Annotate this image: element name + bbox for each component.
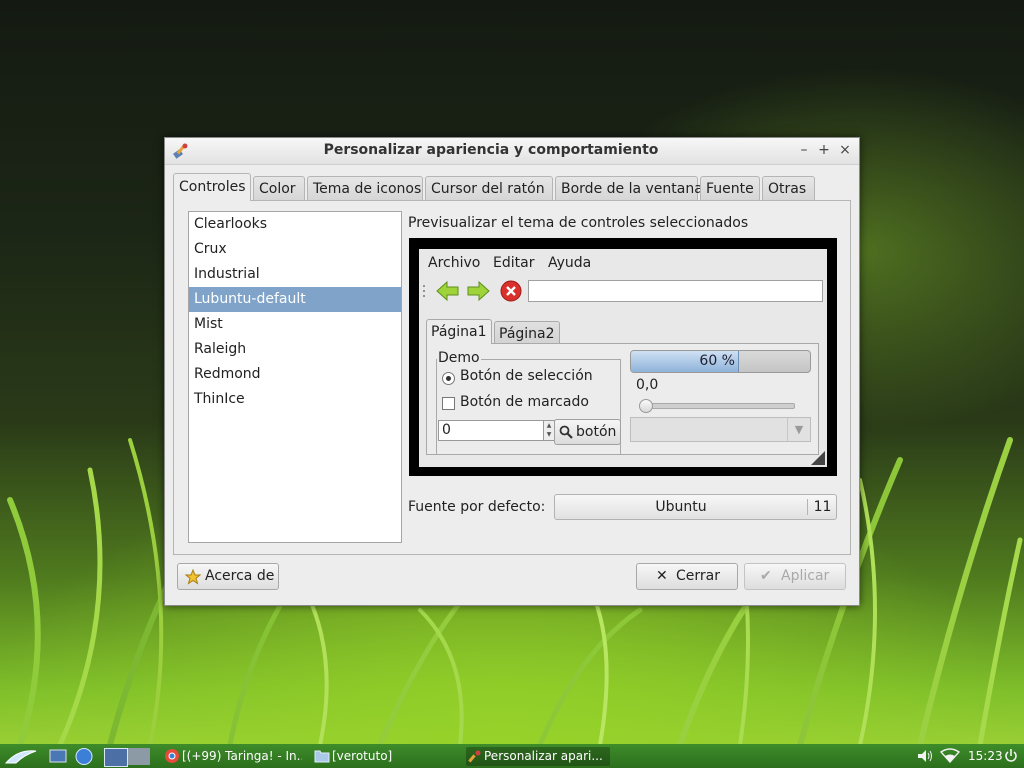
tab-cursor-del-raton[interactable]: Cursor del ratón: [425, 176, 553, 200]
volume-icon[interactable]: [916, 748, 934, 764]
chevron-down-icon: ▼: [787, 418, 810, 441]
preview-button-label: botón: [576, 424, 617, 440]
list-item[interactable]: ThinIce: [189, 387, 401, 412]
close-label: Cerrar: [676, 568, 720, 584]
folder-icon: [314, 750, 330, 763]
resize-grip-icon[interactable]: [811, 451, 825, 465]
back-arrow-icon[interactable]: [435, 280, 461, 302]
preview-tab-panel: Demo Botón de selección Botón de marcado…: [426, 343, 819, 455]
list-item[interactable]: Clearlooks: [189, 212, 401, 237]
maximize-button[interactable]: +: [815, 141, 833, 159]
list-item-selected[interactable]: Lubuntu-default: [189, 287, 401, 312]
close-window-button[interactable]: ×: [836, 141, 854, 159]
preview-label: Previsualizar el tema de controles selec…: [408, 215, 749, 231]
wifi-icon[interactable]: [940, 748, 960, 764]
taskbar-item-taringa[interactable]: [(+99) Taringa! - In...: [182, 747, 302, 766]
tab-fuente[interactable]: Fuente: [700, 176, 760, 200]
close-x-icon: ✕: [656, 568, 668, 584]
radio-button[interactable]: [442, 372, 455, 385]
font-button[interactable]: Ubuntu 11: [554, 494, 837, 520]
spin-input[interactable]: 0: [438, 420, 544, 441]
about-label: Acerca de: [205, 568, 275, 584]
preview-tab-pagina1[interactable]: Página1: [426, 319, 492, 344]
taskbar-item-personalizar[interactable]: Personalizar apari...: [466, 747, 610, 766]
list-item[interactable]: Mist: [189, 312, 401, 337]
stop-icon[interactable]: [500, 280, 522, 302]
preview-button[interactable]: botón: [554, 419, 621, 445]
tab-borde-de-la-ventana[interactable]: Borde de la ventana: [555, 176, 703, 200]
progress-text: 60 %: [699, 353, 735, 369]
slider-knob[interactable]: [639, 399, 653, 413]
theme-preview: Archivo Editar Ayuda Página1 Página2 Dem…: [409, 238, 837, 476]
window-title: Personalizar apariencia y comportamiento: [323, 142, 659, 158]
appearance-dialog: Personalizar apariencia y comportamiento…: [164, 137, 860, 606]
apply-label: Aplicar: [781, 568, 830, 584]
checkbox[interactable]: [442, 397, 455, 410]
font-name: Ubuntu: [655, 499, 707, 515]
apply-button[interactable]: ✔ Aplicar: [744, 563, 846, 590]
checkbox-label: Botón de marcado: [460, 394, 589, 410]
menu-ayuda[interactable]: Ayuda: [548, 255, 591, 271]
tab-controles[interactable]: Controles: [173, 173, 251, 201]
font-label: Fuente por defecto:: [408, 499, 546, 515]
workspace-2[interactable]: [128, 748, 150, 765]
menu-editar[interactable]: Editar: [493, 255, 534, 271]
tab-tema-de-iconos[interactable]: Tema de iconos: [307, 176, 423, 200]
theme-list[interactable]: Clearlooks Crux Industrial Lubuntu-defau…: [188, 211, 402, 543]
radio-label: Botón de selección: [460, 368, 593, 384]
slider-track[interactable]: [643, 403, 795, 409]
progress-bar: 60 %: [630, 350, 811, 373]
forward-arrow-icon[interactable]: [465, 280, 491, 302]
controles-panel: Clearlooks Crux Industrial Lubuntu-defau…: [173, 200, 851, 555]
paintbrush-icon: [468, 750, 481, 763]
demo-legend: Demo: [437, 350, 481, 366]
chrome-icon: [165, 749, 179, 763]
tab-color[interactable]: Color: [253, 176, 305, 200]
start-menu-icon[interactable]: [4, 747, 38, 766]
tab-otras[interactable]: Otras: [762, 176, 815, 200]
menu-archivo[interactable]: Archivo: [428, 255, 480, 271]
list-item[interactable]: Crux: [189, 237, 401, 262]
font-size: 11: [807, 499, 837, 515]
taskbar-item-verotuto[interactable]: [verotuto]: [332, 747, 412, 766]
star-icon: [185, 569, 201, 585]
list-item[interactable]: Raleigh: [189, 337, 401, 362]
workspace-1[interactable]: [104, 748, 128, 767]
preview-window: Archivo Editar Ayuda Página1 Página2 Dem…: [419, 249, 827, 467]
toolbar-grip-icon: [423, 285, 425, 297]
preview-combo[interactable]: ▼: [630, 417, 811, 442]
power-icon[interactable]: [1004, 748, 1018, 764]
close-button[interactable]: ✕ Cerrar: [636, 563, 738, 590]
list-item[interactable]: Redmond: [189, 362, 401, 387]
browser-icon[interactable]: [74, 747, 94, 766]
check-icon: ✔: [760, 568, 772, 584]
about-button[interactable]: Acerca de: [177, 563, 279, 590]
preview-text-entry[interactable]: [528, 280, 823, 302]
preview-tab-pagina2[interactable]: Página2: [494, 321, 560, 345]
show-desktop-icon[interactable]: [48, 747, 68, 766]
title-bar[interactable]: Personalizar apariencia y comportamiento…: [165, 138, 859, 165]
minimize-button[interactable]: –: [795, 141, 813, 159]
search-icon: [559, 425, 573, 439]
taskbar: [(+99) Taringa! - In... [verotuto] Perso…: [0, 744, 1024, 768]
slider-value: 0,0: [636, 377, 659, 393]
list-item[interactable]: Industrial: [189, 262, 401, 287]
clock: 15:23: [968, 749, 1003, 763]
